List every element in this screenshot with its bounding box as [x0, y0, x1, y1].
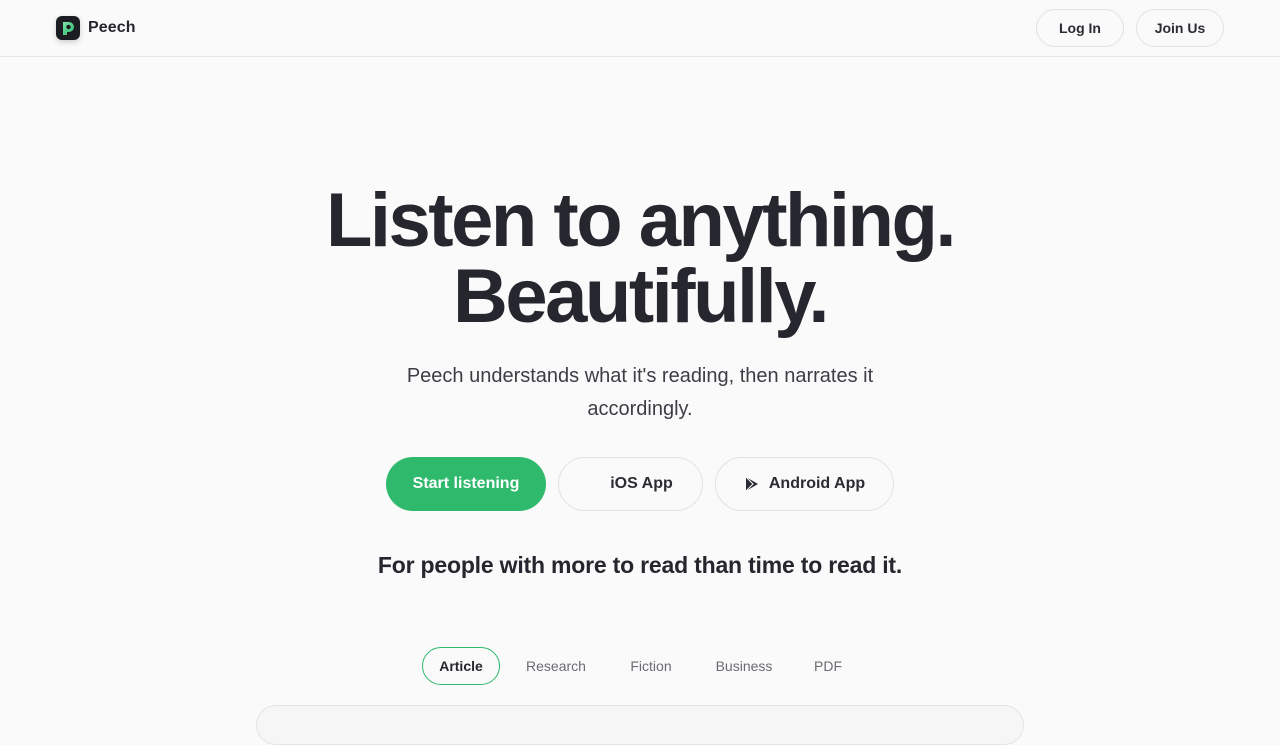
sample-preview-card [256, 705, 1024, 745]
top-navigation-bar: Peech Log In Join Us [0, 0, 1280, 57]
start-listening-button[interactable]: Start listening [386, 457, 546, 511]
android-app-label: Android App [768, 475, 866, 492]
android-app-button[interactable]: Android App [715, 457, 894, 511]
content-type-tabs: Article Research Fiction Business PDF [0, 647, 1280, 685]
brand-link[interactable]: Peech [56, 16, 136, 40]
tagline: For people with more to read than time t… [377, 552, 903, 578]
hero-subtitle: Peech understands what it's reading, the… [406, 365, 874, 420]
tab-article[interactable]: Article [422, 647, 500, 685]
hero-title-line-2: Beautifully. [453, 254, 829, 339]
tab-pdf[interactable]: PDF [800, 647, 856, 685]
ios-app-label: iOS App [610, 475, 673, 492]
brand-name: Peech [88, 19, 136, 36]
login-button[interactable]: Log In [1036, 9, 1124, 47]
tab-research[interactable]: Research [512, 647, 600, 685]
peech-logo-icon [56, 16, 80, 40]
join-button[interactable]: Join Us [1136, 9, 1224, 47]
play-store-icon [744, 476, 760, 492]
ios-app-button[interactable]: iOS App [558, 457, 703, 511]
hero-title: Listen to anything. Beautifully. [0, 183, 1280, 335]
hero-title-line-1: Listen to anything. [325, 178, 957, 263]
tab-fiction[interactable]: Fiction [616, 647, 686, 685]
tab-business[interactable]: Business [702, 647, 786, 685]
